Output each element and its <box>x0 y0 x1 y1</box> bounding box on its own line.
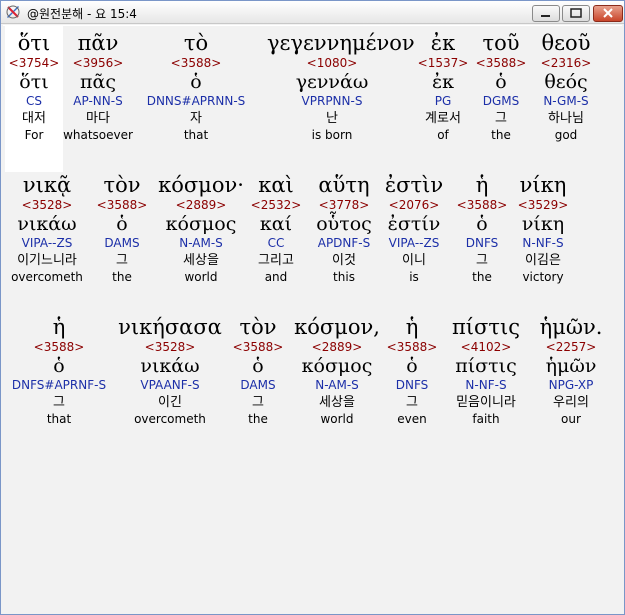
app-window: @원전분해 - 요 15:4 ὅτι <3754> ὅτι CS 대저 For πᾶν <39… <box>0 0 625 615</box>
greek-word: νίκη <box>519 173 567 197</box>
english-gloss: that <box>183 128 209 142</box>
strong-number: <2316> <box>540 56 592 70</box>
greek-word: τὸ <box>183 31 209 55</box>
korean-gloss: 이김은 <box>525 253 561 268</box>
minimize-button[interactable] <box>532 5 560 22</box>
maximize-icon <box>570 8 582 18</box>
title-bar[interactable]: @원전분해 - 요 15:4 <box>1 1 624 24</box>
morphology-code: N-NF-S <box>522 236 564 250</box>
lemma: νίκη <box>521 213 565 235</box>
korean-gloss: 우리의 <box>553 395 589 410</box>
english-gloss: god <box>554 128 578 142</box>
maximize-button[interactable] <box>562 5 590 22</box>
english-gloss: our <box>561 412 581 426</box>
window-title: @원전분해 - 요 15:4 <box>27 7 137 21</box>
english-gloss: victory <box>522 270 564 284</box>
word-column[interactable]: νίκη <3529> νίκη N-NF-S 이김은 victory <box>478 172 608 285</box>
lemma: ἡμῶν <box>545 355 597 377</box>
morphology-code: DNNS#APRNN-S <box>146 94 246 108</box>
lemma: θεός <box>544 71 588 93</box>
greek-word: θεοῦ <box>541 31 591 55</box>
word-column[interactable]: τὸ <3588> ὁ DNNS#APRNN-S 자 that <box>131 30 261 143</box>
app-icon <box>6 5 20 19</box>
korean-gloss: 자 <box>190 111 202 126</box>
close-button[interactable] <box>593 5 623 22</box>
word-column[interactable]: θεοῦ <2316> θεός N-GM-S 하나님 god <box>501 30 625 143</box>
korean-gloss: 하나님 <box>548 111 584 126</box>
lemma: ὁ <box>190 71 202 93</box>
morphology-code: N-GM-S <box>543 94 589 108</box>
strong-number: <3529> <box>517 198 569 212</box>
close-icon <box>603 8 613 18</box>
interlinear-view: ὅτι <3754> ὅτι CS 대저 For πᾶν <3956> πᾶς AP-NN-S 마다… <box>3 25 622 613</box>
word-column[interactable]: ἡμῶν. <2257> ἡμῶν NPG-XP 우리의 our <box>506 314 625 427</box>
strong-number: <3588> <box>170 56 222 70</box>
strong-number: <2257> <box>545 340 597 354</box>
morphology-code: NPG-XP <box>548 378 594 392</box>
minimize-icon <box>541 15 550 17</box>
greek-word: ἡμῶν. <box>539 315 603 339</box>
